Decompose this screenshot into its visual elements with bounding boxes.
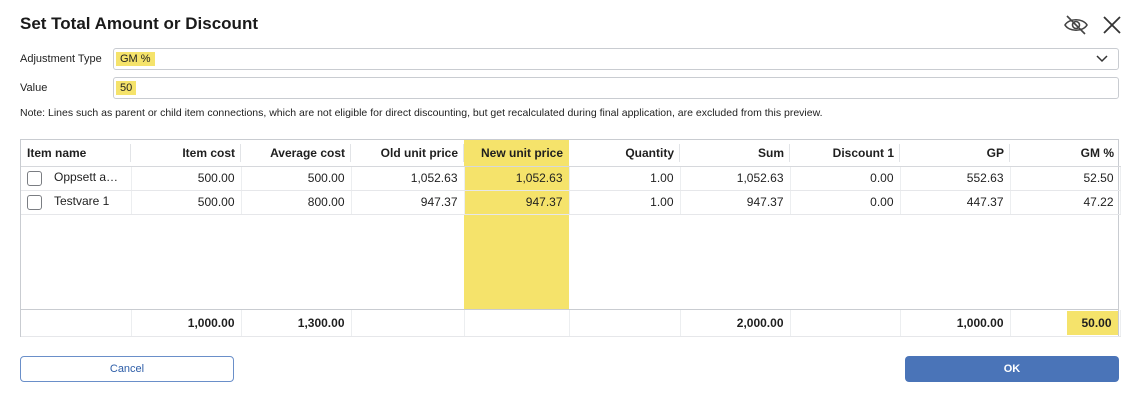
col-quantity[interactable]: Quantity bbox=[569, 140, 680, 167]
preview-note: Note: Lines such as parent or child item… bbox=[20, 107, 823, 119]
col-sum[interactable]: Sum bbox=[680, 140, 790, 167]
preview-grid: Item name Item cost Average cost Old uni… bbox=[20, 139, 1121, 337]
col-average-cost[interactable]: Average cost bbox=[241, 140, 351, 167]
cancel-button[interactable]: Cancel bbox=[20, 356, 234, 382]
row-checkbox[interactable] bbox=[27, 194, 42, 210]
col-new-unit-price[interactable]: New unit price bbox=[464, 140, 569, 167]
total-spacer bbox=[790, 310, 901, 337]
total-sum: 2,000.00 bbox=[680, 310, 791, 337]
header-icons bbox=[1063, 12, 1125, 38]
discount-cell: 0.00 bbox=[790, 190, 901, 215]
eye-off-icon[interactable] bbox=[1063, 12, 1089, 38]
total-spacer bbox=[464, 310, 570, 337]
item-name-cell: Oppsett a… bbox=[21, 166, 132, 191]
gp-cell: 447.37 bbox=[900, 190, 1011, 215]
adjustment-type-select[interactable]: GM % bbox=[113, 48, 1119, 70]
old-unit-price-cell: 1,052.63 bbox=[351, 166, 465, 191]
col-old-unit-price[interactable]: Old unit price bbox=[351, 140, 464, 167]
quantity-cell: 1.00 bbox=[569, 190, 681, 215]
totals-row: 1,000.00 1,300.00 2,000.00 1,000.00 50.0… bbox=[21, 309, 1121, 337]
item-name-cell: Testvare 1 bbox=[21, 190, 132, 215]
chevron-down-icon bbox=[1096, 54, 1108, 67]
total-gm: 50.00 bbox=[1067, 310, 1118, 335]
col-gm-percent[interactable]: GM % bbox=[1010, 140, 1120, 167]
new-unit-price-cell: 947.37 bbox=[464, 190, 570, 215]
new-unit-price-column-fill bbox=[464, 215, 569, 309]
new-unit-price-cell: 1,052.63 bbox=[464, 166, 570, 191]
col-discount-1[interactable]: Discount 1 bbox=[790, 140, 900, 167]
adjustment-type-value: GM % bbox=[116, 52, 155, 66]
sum-cell: 947.37 bbox=[680, 190, 791, 215]
gp-cell: 552.63 bbox=[900, 166, 1011, 191]
item-name: Oppsett a… bbox=[54, 170, 119, 185]
total-average-cost: 1,300.00 bbox=[241, 310, 352, 337]
value-input-text: 50 bbox=[116, 81, 137, 95]
item-cost-cell: 500.00 bbox=[131, 166, 242, 191]
item-cost-cell: 500.00 bbox=[131, 190, 242, 215]
gm-cell: 52.50 bbox=[1010, 166, 1121, 191]
gm-cell: 47.22 bbox=[1010, 190, 1121, 215]
old-unit-price-cell: 947.37 bbox=[351, 190, 465, 215]
discount-cell: 0.00 bbox=[790, 166, 901, 191]
table-row[interactable]: Testvare 1 500.00 800.00 947.37 947.37 1… bbox=[21, 190, 1121, 215]
close-icon[interactable] bbox=[1099, 12, 1125, 38]
dialog-title: Set Total Amount or Discount bbox=[20, 14, 258, 33]
total-gm-cell: 50.00 bbox=[1010, 310, 1121, 337]
row-checkbox[interactable] bbox=[27, 170, 42, 186]
value-input[interactable]: 50 bbox=[113, 77, 1119, 99]
adjustment-type-label: Adjustment Type bbox=[20, 53, 102, 65]
total-gp: 1,000.00 bbox=[900, 310, 1011, 337]
total-spacer bbox=[351, 310, 465, 337]
table-row[interactable]: Oppsett a… 500.00 500.00 1,052.63 1,052.… bbox=[21, 166, 1121, 191]
item-name: Testvare 1 bbox=[54, 194, 110, 209]
value-label: Value bbox=[20, 82, 48, 94]
average-cost-cell: 800.00 bbox=[241, 190, 352, 215]
total-item-cost: 1,000.00 bbox=[131, 310, 242, 337]
total-spacer bbox=[21, 310, 132, 337]
col-gp[interactable]: GP bbox=[900, 140, 1010, 167]
col-item-cost[interactable]: Item cost bbox=[131, 140, 241, 167]
total-spacer bbox=[569, 310, 681, 337]
col-item-name[interactable]: Item name bbox=[21, 140, 131, 167]
average-cost-cell: 500.00 bbox=[241, 166, 352, 191]
ok-button[interactable]: OK bbox=[905, 356, 1119, 382]
sum-cell: 1,052.63 bbox=[680, 166, 791, 191]
quantity-cell: 1.00 bbox=[569, 166, 681, 191]
